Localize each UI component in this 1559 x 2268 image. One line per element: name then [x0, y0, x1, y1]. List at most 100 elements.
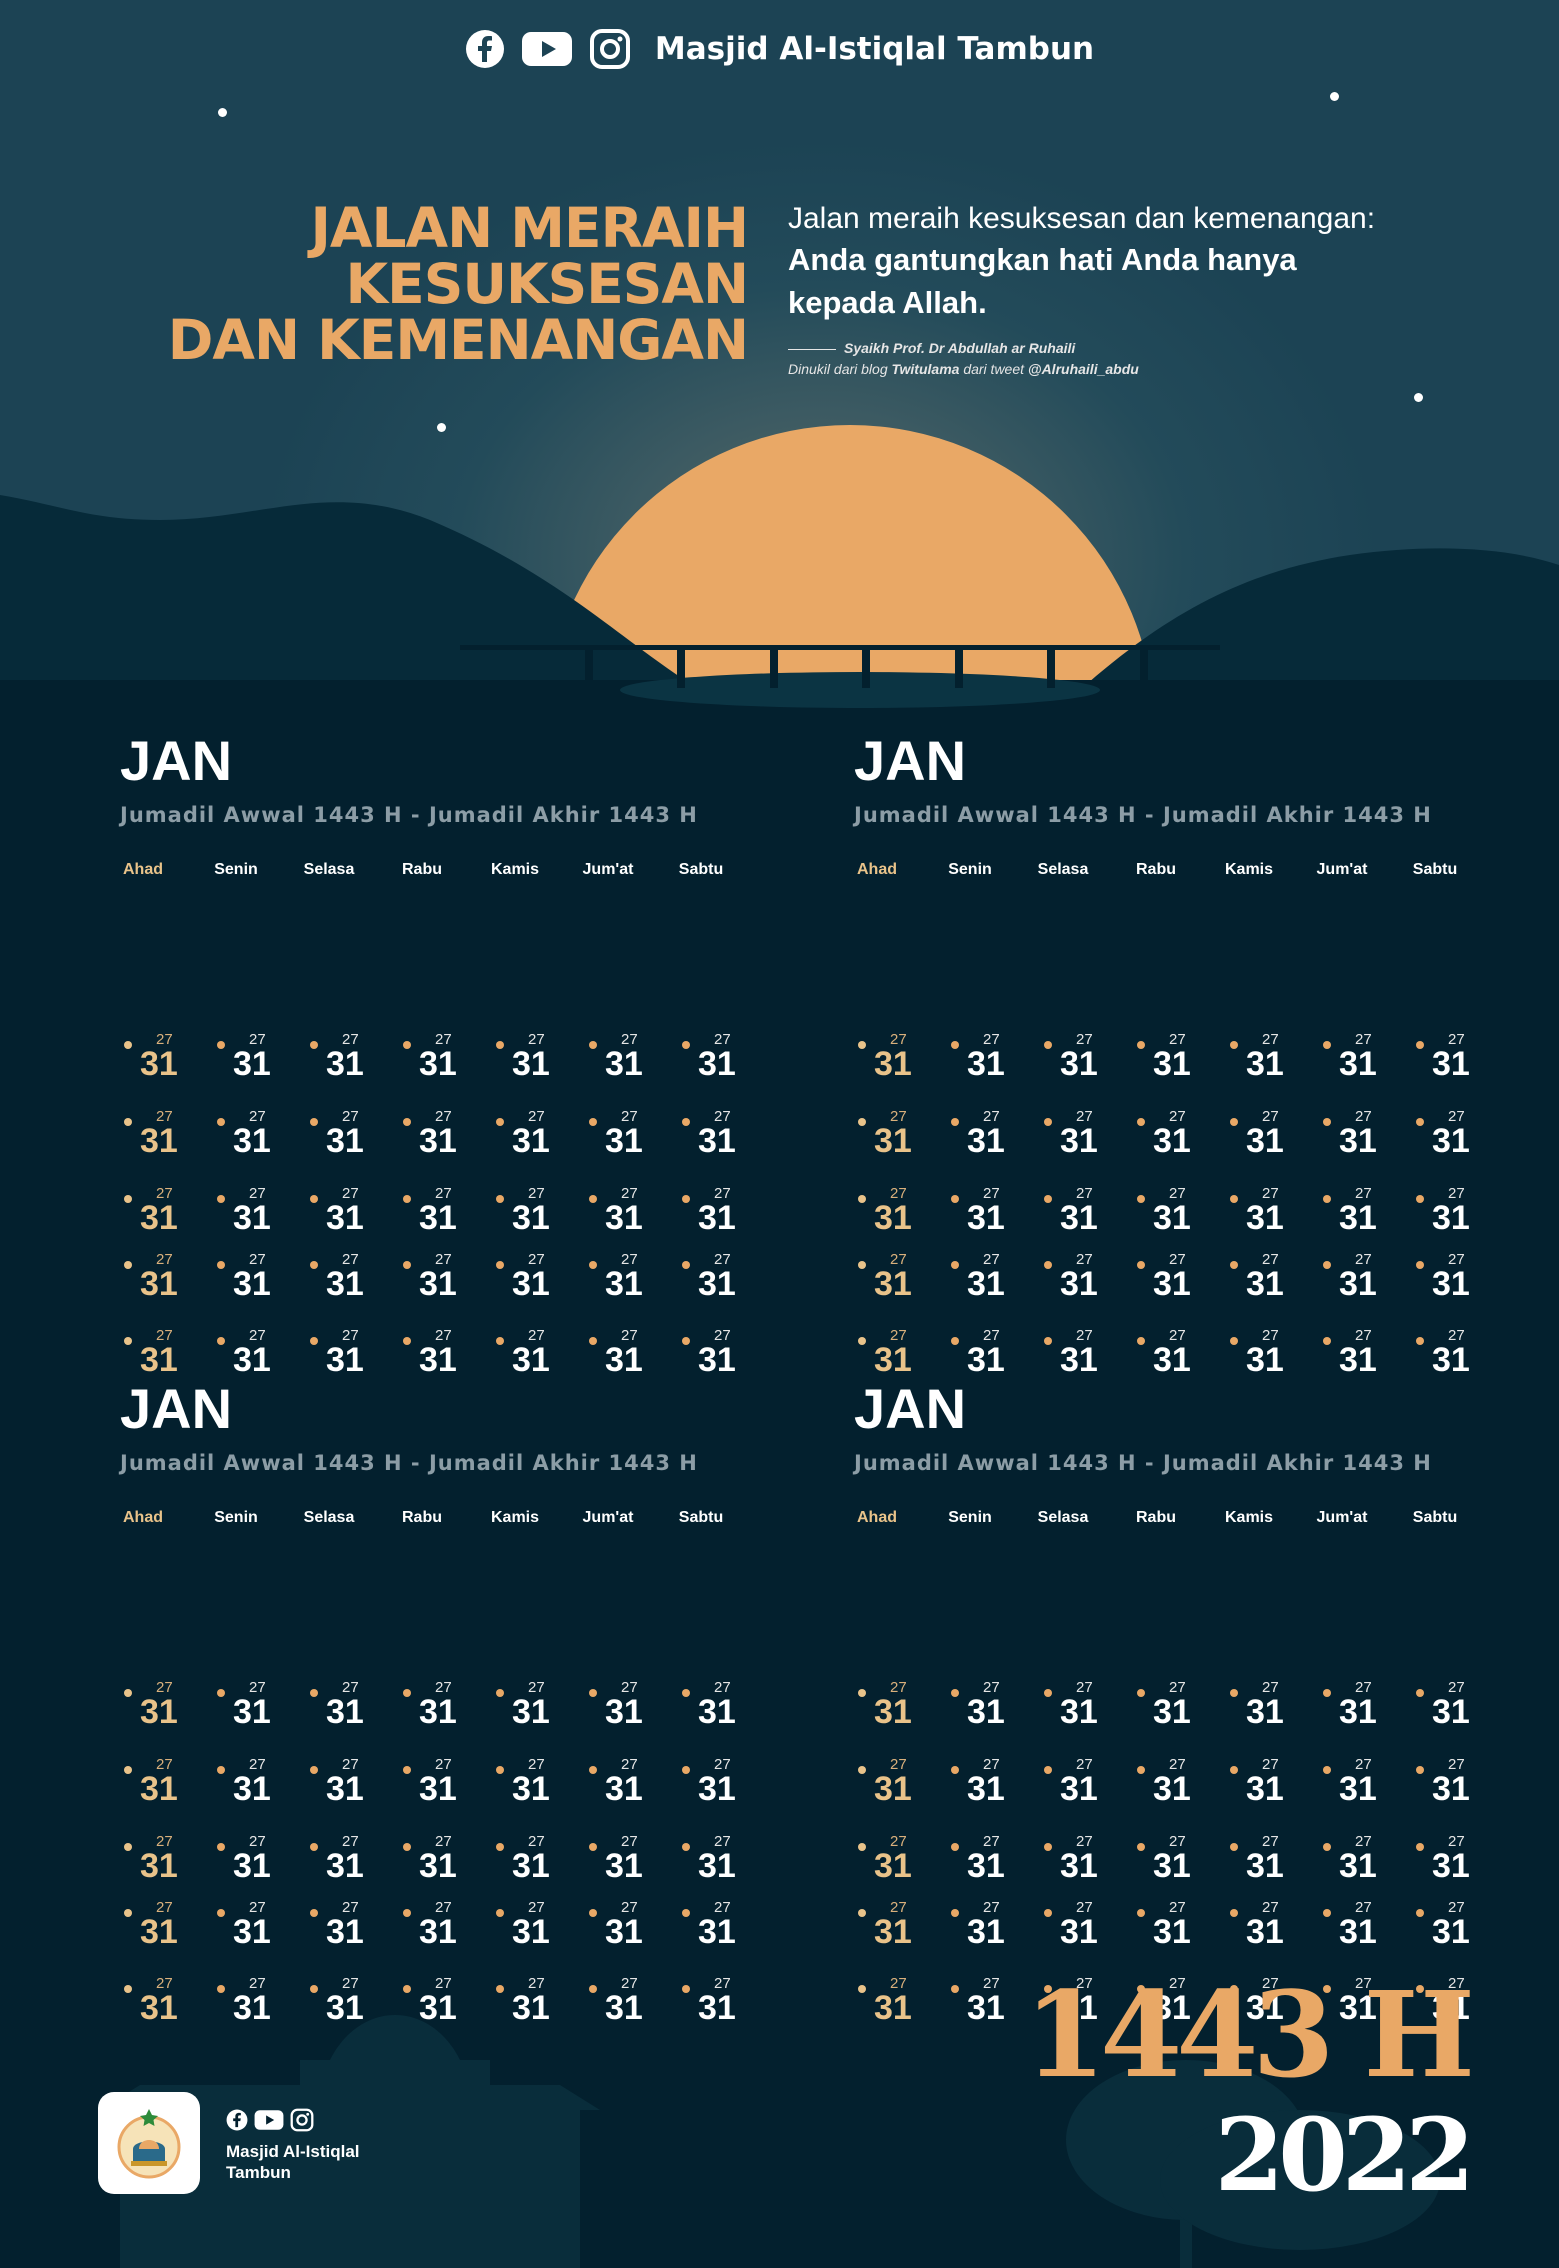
gregorian-date: 31	[419, 1693, 457, 1731]
gregorian-date: 31	[1432, 1341, 1470, 1379]
instagram-icon[interactable]	[589, 28, 631, 70]
calendar-day-cell: 27 31	[399, 1185, 469, 1245]
day-marker-dot	[1044, 1195, 1052, 1203]
gregorian-date: 31	[1339, 1265, 1377, 1303]
star	[437, 423, 446, 432]
gregorian-date: 31	[874, 1341, 912, 1379]
facebook-icon[interactable]	[465, 29, 505, 69]
weekday-label: Jum'at	[1316, 1509, 1368, 1526]
gregorian-date: 31	[512, 1847, 550, 1885]
calendar-day-cell: 27 31	[947, 1251, 1017, 1311]
gregorian-date: 31	[326, 1199, 364, 1237]
weekday-label: Rabu	[1136, 861, 1176, 878]
bridge-deck	[460, 645, 1220, 650]
day-marker-dot	[1137, 1337, 1145, 1345]
headline: JALAN MERAIH KESUKSESAN DAN KEMENANGAN	[168, 196, 749, 368]
calendar-day-cell: 27 31	[947, 1679, 1017, 1739]
calendar-day-cell: 27 31	[1412, 1031, 1482, 1091]
calendar-day-cell: 27 31	[678, 1185, 748, 1245]
hijri-month-range: Jumadil Awwal 1443 H - Jumadil Akhir 144…	[854, 1451, 1432, 1475]
calendar-day-cell: 27 31	[947, 1756, 1017, 1816]
youtube-icon[interactable]	[521, 30, 573, 68]
gregorian-date: 31	[698, 1045, 736, 1083]
calendar-day-cell: 27 31	[1040, 1327, 1110, 1387]
month-calendar: JAN Jumadil Awwal 1443 H - Jumadil Akhir …	[854, 1377, 1494, 2028]
day-marker-dot	[1137, 1909, 1145, 1917]
facebook-icon[interactable]	[226, 2109, 248, 2136]
day-marker-dot	[124, 1261, 132, 1269]
calendar-day-cell: 27 31	[1040, 1108, 1110, 1168]
gregorian-date: 31	[140, 1847, 178, 1885]
day-marker-dot	[217, 1337, 225, 1345]
gregorian-date: 31	[605, 1693, 643, 1731]
hijri-month-range: Jumadil Awwal 1443 H - Jumadil Akhir 144…	[854, 803, 1432, 827]
gregorian-date: 31	[698, 1265, 736, 1303]
day-marker-dot	[1323, 1843, 1331, 1851]
gregorian-date: 31	[1060, 1693, 1098, 1731]
gregorian-date: 31	[874, 1199, 912, 1237]
calendar-day-cell: 27 31	[399, 1679, 469, 1739]
day-marker-dot	[217, 1261, 225, 1269]
calendar-day-cell: 27 31	[678, 1327, 748, 1387]
headline-line: JALAN MERAIH	[310, 196, 749, 260]
day-marker-dot	[1416, 1261, 1424, 1269]
headline-line: KESUKSESAN	[345, 252, 749, 316]
gregorian-date: 31	[1432, 1693, 1470, 1731]
footer-brand: Masjid Al-Istiqlal Tambun	[226, 2108, 360, 2183]
hijri-month-range: Jumadil Awwal 1443 H - Jumadil Akhir 144…	[120, 1451, 698, 1475]
mosque-logo	[98, 2092, 200, 2194]
day-marker-dot	[403, 1689, 411, 1697]
gregorian-date: 31	[140, 1122, 178, 1160]
gregorian-date: 31	[233, 1770, 271, 1808]
gregorian-date: 31	[1246, 1265, 1284, 1303]
day-marker-dot	[682, 1041, 690, 1049]
gregorian-date: 31	[1246, 1045, 1284, 1083]
calendar-day-cell: 27 31	[120, 1185, 190, 1245]
gregorian-date: 31	[1060, 1770, 1098, 1808]
day-marker-dot	[310, 1766, 318, 1774]
day-marker-dot	[496, 1909, 504, 1917]
calendar-day-cell: 27 31	[854, 1756, 924, 1816]
gregorian-date: 31	[605, 1045, 643, 1083]
gregorian-date: 31	[1432, 1265, 1470, 1303]
calendar-day-cell: 27 31	[1412, 1185, 1482, 1245]
month-name: JAN	[120, 729, 233, 792]
gregorian-date: 31	[1060, 1199, 1098, 1237]
gregorian-date: 31	[967, 1199, 1005, 1237]
gregorian-date: 31	[967, 1341, 1005, 1379]
instagram-icon[interactable]	[290, 2108, 314, 2137]
divider-line	[788, 348, 836, 350]
calendar-day-cell: 27 31	[1226, 1679, 1296, 1739]
weekday-label: Rabu	[402, 1509, 442, 1526]
gregorian-date: 31	[1153, 1199, 1191, 1237]
day-marker-dot	[589, 1766, 597, 1774]
day-marker-dot	[682, 1766, 690, 1774]
day-marker-dot	[951, 1843, 959, 1851]
calendar-day-cell: 27 31	[492, 1833, 562, 1893]
calendar-day-cell: 27 31	[854, 1679, 924, 1739]
month-name: JAN	[854, 1377, 967, 1440]
weekday-label: Sabtu	[678, 1509, 724, 1526]
gregorian-date: 31	[512, 1122, 550, 1160]
weekday-label: Selasa	[1037, 1509, 1089, 1526]
day-marker-dot	[1230, 1337, 1238, 1345]
gregorian-date: 31	[1246, 1770, 1284, 1808]
day-marker-dot	[310, 1261, 318, 1269]
calendar-day-cell: 27 31	[585, 1251, 655, 1311]
day-marker-dot	[403, 1337, 411, 1345]
gregorian-year: 2022	[1214, 2096, 1475, 2214]
gregorian-date: 31	[1060, 1341, 1098, 1379]
gregorian-date: 31	[233, 1847, 271, 1885]
day-marker-dot	[589, 1909, 597, 1917]
gregorian-date: 31	[605, 1770, 643, 1808]
calendar-day-cell: 27 31	[492, 1327, 562, 1387]
day-marker-dot	[1137, 1843, 1145, 1851]
calendar-day-cell: 27 31	[585, 1031, 655, 1091]
day-marker-dot	[858, 1909, 866, 1917]
day-marker-dot	[217, 1843, 225, 1851]
calendar-day-cell: 27 31	[585, 1327, 655, 1387]
day-marker-dot	[1137, 1261, 1145, 1269]
gregorian-date: 31	[605, 1341, 643, 1379]
gregorian-date: 31	[1246, 1693, 1284, 1731]
youtube-icon[interactable]	[254, 2109, 284, 2136]
